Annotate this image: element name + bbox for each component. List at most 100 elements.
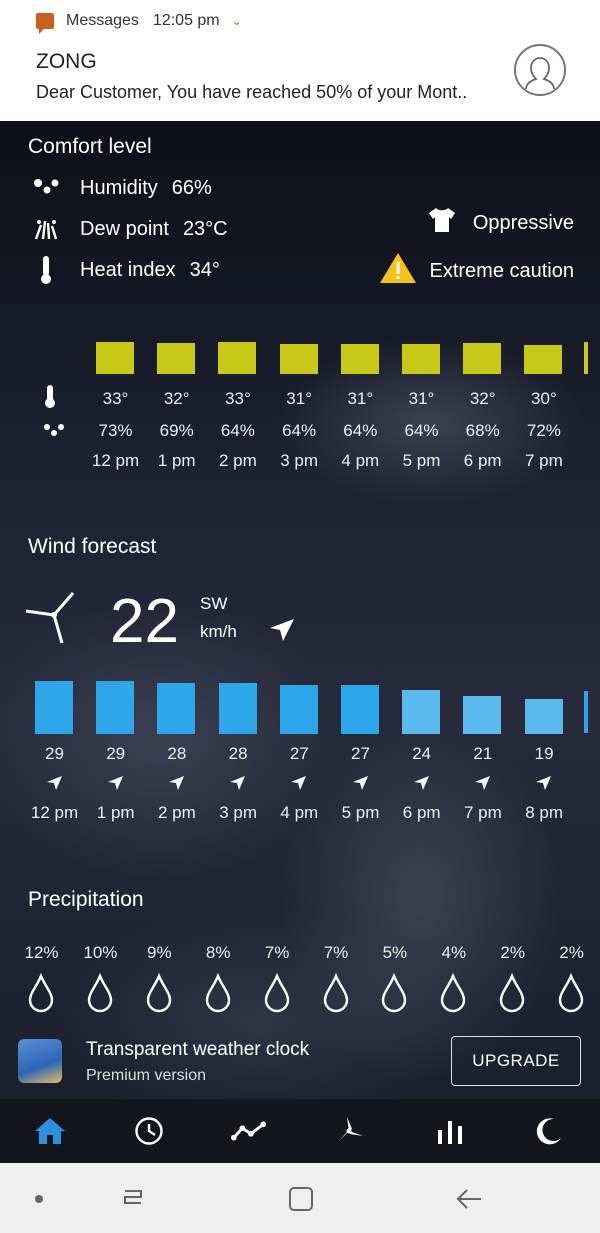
comfort-humidity: 64% — [282, 421, 317, 440]
wind-hour-speed: 28 — [167, 744, 187, 763]
comfort-time: 1 pm — [157, 451, 196, 470]
comfort-humidity: 68% — [465, 421, 500, 440]
thermometer-icon — [31, 255, 61, 290]
comfort-row-humidity-icon — [43, 423, 65, 442]
precipitation-value: 9% — [147, 943, 172, 962]
home-icon[interactable] — [32, 1113, 68, 1149]
wind-unit: km/h — [200, 622, 237, 641]
comfort-bar — [96, 342, 134, 374]
dot-icon[interactable] — [24, 1185, 54, 1213]
tshirt-icon — [427, 207, 457, 239]
wind-turbine-icon — [24, 591, 76, 650]
comfort-warning: Extreme caution — [429, 259, 574, 282]
comfort-row-temp-icon — [44, 385, 56, 414]
comfort-bar — [524, 345, 563, 374]
wind-hour-speed: 29 — [45, 744, 64, 763]
wind-hour-time: 1 pm — [96, 803, 135, 822]
humidity-icon — [31, 177, 61, 202]
comfort-time: 12 pm — [91, 451, 140, 470]
sms-notification[interactable]: Messages 12:05 pm ⌄ ZONG Dear Customer, … — [0, 0, 600, 121]
wind-hour-speed: 24 — [412, 744, 432, 763]
comfort-humidity: 64% — [343, 421, 378, 440]
wind-arrow-icon — [24, 775, 85, 796]
comfort-temp: 30° — [531, 389, 557, 408]
back-icon[interactable] — [454, 1185, 484, 1213]
dew-point-icon — [31, 217, 61, 246]
comfort-title: Comfort level — [28, 135, 152, 158]
comfort-bar — [402, 344, 440, 374]
bars-icon[interactable] — [432, 1113, 468, 1149]
comfort-time: 2 pm — [218, 451, 257, 470]
dew-point-label: Dew point — [80, 218, 169, 240]
wind-hour-speed: 27 — [289, 744, 309, 763]
precipitation-value: 2% — [559, 943, 584, 962]
graph-icon[interactable] — [231, 1113, 267, 1149]
promo-title: Transparent weather clock — [86, 1039, 310, 1060]
wind-arrow-icon — [146, 775, 207, 796]
dew-point-value: 23°C — [182, 218, 228, 240]
wind-hour-time: 7 pm — [463, 803, 502, 822]
moon-icon[interactable] — [531, 1113, 567, 1149]
wind-hour-speed: 28 — [228, 744, 248, 763]
comfort-bar — [463, 343, 502, 374]
wind-speed: 22 — [110, 587, 179, 656]
comfort-bar — [340, 344, 379, 374]
heat-index-label: Heat index — [80, 259, 176, 281]
raindrop-icon — [262, 972, 292, 1013]
heat-index-value: 34° — [189, 259, 220, 281]
wind-bar — [96, 681, 135, 734]
upgrade-button[interactable]: UPGRADE — [451, 1036, 581, 1086]
notification-app-name: Messages — [66, 12, 139, 29]
raindrop-icon — [438, 972, 468, 1013]
wind-hour-speed: 29 — [106, 744, 126, 763]
wind-arrow-icon — [269, 775, 330, 796]
comfort-temp: 32° — [469, 389, 496, 408]
raindrop-icon — [144, 972, 174, 1013]
comfort-feel: Oppressive — [472, 211, 574, 234]
wind-hour-time: 5 pm — [341, 803, 380, 822]
wind-arrow-icon — [208, 775, 269, 796]
raindrop-icon — [26, 972, 56, 1013]
comfort-humidity: 72% — [526, 421, 561, 440]
wind-bar — [157, 683, 196, 734]
recent-apps-icon[interactable] — [118, 1185, 148, 1213]
raindrop-icon — [379, 972, 409, 1013]
raindrop-icon — [497, 972, 527, 1013]
wind-hour-speed: 27 — [351, 744, 370, 763]
humidity-value: 66% — [171, 177, 212, 199]
precipitation-value: 8% — [205, 943, 231, 962]
comfort-time: 3 pm — [280, 451, 318, 470]
wind-turbine-tab-icon[interactable] — [331, 1113, 367, 1149]
home-button-icon[interactable] — [286, 1185, 316, 1213]
comfort-bar — [157, 343, 196, 374]
app-icon — [18, 1039, 62, 1083]
comfort-bar — [279, 344, 318, 374]
wind-arrow-icon — [330, 775, 391, 796]
wind-bar — [402, 690, 441, 734]
promo-subtitle: Premium version — [86, 1067, 207, 1084]
clock-icon[interactable] — [131, 1113, 167, 1149]
wind-hour-speed: 19 — [534, 744, 554, 763]
comfort-time: 4 pm — [341, 451, 380, 470]
wind-hour-time: 6 pm — [402, 803, 441, 822]
notification-header: Messages 12:05 pm ⌄ — [36, 12, 242, 34]
wind-hour-time: 2 pm — [157, 803, 196, 822]
person-icon — [525, 57, 555, 90]
wind-arrow-icon — [514, 775, 575, 796]
wind-hour-time: 8 pm — [525, 803, 563, 822]
comfort-bar — [218, 342, 257, 374]
weather-main[interactable]: Comfort level Humidity 66% Dew point 23°… — [0, 121, 600, 1099]
wind-arrow-icon — [391, 775, 452, 796]
chevron-down-icon[interactable]: ⌄ — [232, 14, 242, 28]
wind-bar — [463, 696, 502, 734]
premium-promo: Transparent weather clock Premium versio… — [0, 1033, 600, 1099]
comfort-time: 5 pm — [402, 451, 441, 470]
precipitation-value: 5% — [382, 943, 408, 962]
wind-hour-speed: 21 — [473, 744, 493, 763]
humidity-label: Humidity — [80, 177, 158, 199]
wind-bar — [341, 685, 379, 734]
comfort-humidity: 64% — [404, 421, 439, 440]
wind-arrow-icon — [452, 775, 513, 796]
wind-bar-partial — [584, 691, 588, 733]
wind-bar — [524, 699, 563, 734]
